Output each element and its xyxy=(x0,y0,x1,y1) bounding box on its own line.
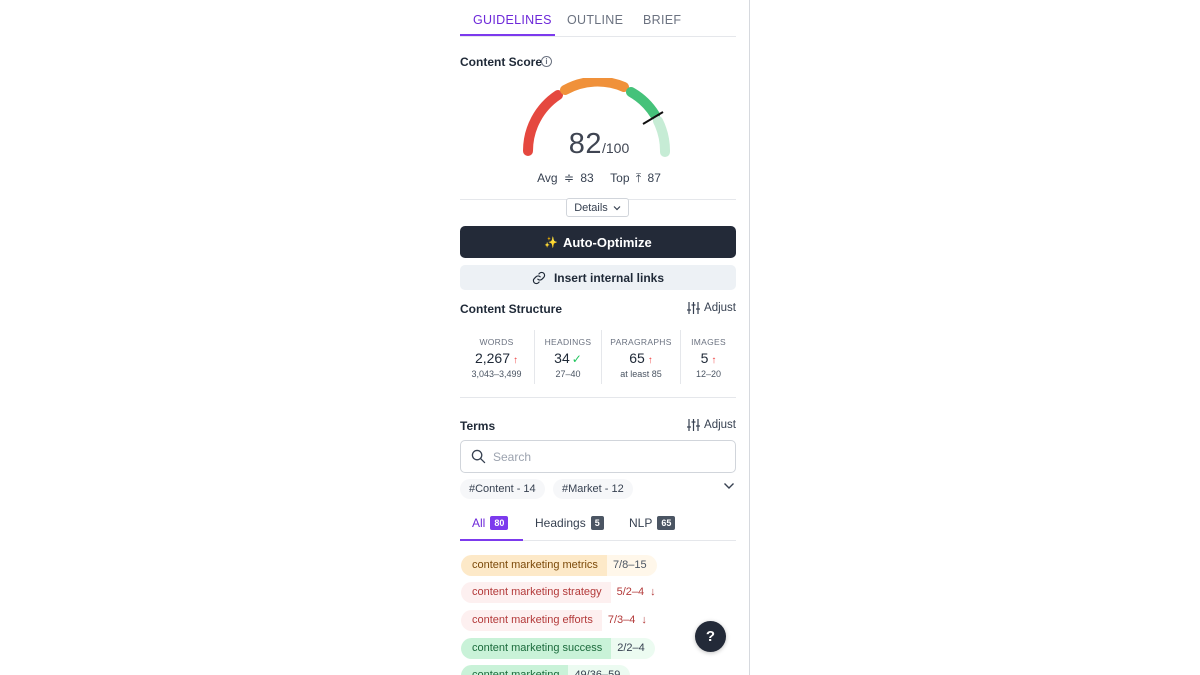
content-stats: WORDS 2,267 ↑ 3,043–3,499 HEADINGS 34 ✓ 27… xyxy=(460,330,736,384)
top-tabs: GUIDELINES OUTLINE BRIEF xyxy=(460,0,736,37)
content-score-title: Content Score xyxy=(460,55,543,69)
help-button[interactable]: ? xyxy=(695,621,726,652)
stat-value: 5 xyxy=(700,350,709,366)
question-icon: ? xyxy=(705,628,716,645)
term-tabs: All 80 Headings 5 NLP 65 xyxy=(460,510,736,541)
score-display: 82/100 xyxy=(448,128,750,161)
stat-label: HEADINGS xyxy=(544,337,592,347)
search-icon xyxy=(471,449,486,464)
term-count: 49/36–59 xyxy=(568,665,631,675)
arrow-up-icon: ↑ xyxy=(647,355,653,366)
content-structure-title: Content Structure xyxy=(460,302,562,316)
term-count: 7/8–15 xyxy=(606,555,657,576)
term-count: 7/3–4 xyxy=(607,614,636,626)
sliders-icon xyxy=(687,419,701,431)
active-tab-indicator xyxy=(460,34,555,36)
tab-nlp[interactable]: NLP 65 xyxy=(629,516,676,530)
sliders-icon xyxy=(687,302,701,314)
stat-range: 3,043–3,499 xyxy=(471,369,522,379)
terms-adjust-button[interactable]: Adjust xyxy=(687,419,736,431)
guidelines-panel: GUIDELINES OUTLINE BRIEF Content Score i… xyxy=(448,0,750,675)
stat-label: WORDS xyxy=(479,337,514,347)
avg-top-row: Avg ≑ 83 Top ⤒ 87 xyxy=(448,171,750,186)
stat-paragraphs: PARAGRAPHS 65 ↑ at least 85 xyxy=(602,330,680,384)
top-value: 87 xyxy=(647,171,661,185)
term-count: 2/2–4 xyxy=(611,638,655,659)
stat-range: 12–20 xyxy=(695,369,722,379)
score-max: /100 xyxy=(602,140,630,156)
gauge-segment-good xyxy=(626,87,660,120)
filter-chip[interactable]: #Content - 14 xyxy=(460,479,545,499)
info-icon[interactable]: i xyxy=(541,56,552,67)
stat-images: IMAGES 5 ↑ 12–20 xyxy=(681,330,736,384)
tab-count-badge: 65 xyxy=(657,516,676,530)
insert-links-button[interactable]: Insert internal links xyxy=(460,265,736,290)
term-count: 5/2–4 xyxy=(616,586,645,598)
avg-icon: ≑ xyxy=(563,171,574,185)
term-item[interactable]: content marketing 49/36–59 xyxy=(461,665,631,675)
chevron-down-icon[interactable] xyxy=(723,482,735,490)
arrow-up-icon: ↑ xyxy=(711,355,717,366)
stat-label: PARAGRAPHS xyxy=(610,337,672,347)
term-name: content marketing strategy xyxy=(461,582,611,603)
term-name: content marketing metrics xyxy=(461,555,607,576)
structure-adjust-label: Adjust xyxy=(704,302,736,314)
arrow-down-icon: ↓ xyxy=(641,614,647,626)
top-label: Top xyxy=(610,171,630,185)
auto-optimize-label: Auto-Optimize xyxy=(562,234,652,250)
term-name: content marketing efforts xyxy=(461,610,602,631)
auto-optimize-button[interactable]: ✨ Auto-Optimize xyxy=(460,226,736,258)
sparkle-icon: ✨ xyxy=(544,236,558,249)
chevron-down-icon xyxy=(613,205,621,210)
stat-words: WORDS 2,267 ↑ 3,043–3,499 xyxy=(460,330,533,384)
arrow-down-icon: ↓ xyxy=(650,586,656,598)
stat-range: at least 85 xyxy=(620,369,662,379)
tab-count-badge: 5 xyxy=(590,516,604,530)
stat-label: IMAGES xyxy=(691,337,726,347)
details-button[interactable]: Details xyxy=(566,198,629,217)
insert-links-label: Insert internal links xyxy=(553,270,665,285)
tab-label: All xyxy=(472,516,486,530)
tab-all[interactable]: All 80 xyxy=(472,516,509,530)
term-name: content marketing success xyxy=(461,638,612,659)
tab-outline[interactable]: OUTLINE xyxy=(567,13,623,27)
top-icon: ⤒ xyxy=(635,171,642,185)
details-label: Details xyxy=(574,201,608,214)
stat-value: 34 xyxy=(554,350,570,366)
gauge-segment-mid xyxy=(560,78,629,95)
stat-value: 65 xyxy=(629,350,645,366)
arrow-up-icon: ↑ xyxy=(513,355,519,366)
search-input[interactable] xyxy=(493,447,723,467)
terms-adjust-label: Adjust xyxy=(704,419,736,431)
stat-headings: HEADINGS 34 ✓ 27–40 xyxy=(535,330,601,384)
tab-brief[interactable]: BRIEF xyxy=(643,13,681,27)
structure-adjust-button[interactable]: Adjust xyxy=(687,302,736,314)
tab-label: Headings xyxy=(535,516,586,530)
term-item[interactable]: content marketing efforts 7/3–4 ↓ xyxy=(461,610,657,631)
active-tab-indicator xyxy=(460,539,523,541)
stat-range: 27–40 xyxy=(555,369,581,379)
stat-value: 2,267 xyxy=(474,350,511,366)
filter-chip[interactable]: #Market - 12 xyxy=(553,479,633,499)
term-item[interactable]: content marketing success 2/2–4 xyxy=(461,638,655,659)
term-item[interactable]: content marketing strategy 5/2–4 ↓ xyxy=(461,582,666,603)
term-name: content marketing xyxy=(461,665,569,675)
avg-label: Avg xyxy=(537,171,558,185)
term-item[interactable]: content marketing metrics 7/8–15 xyxy=(461,555,657,576)
link-icon xyxy=(532,271,546,284)
terms-title: Terms xyxy=(460,419,496,433)
terms-search xyxy=(460,440,736,473)
divider xyxy=(460,397,736,398)
panel-border xyxy=(749,0,750,675)
check-icon: ✓ xyxy=(571,352,582,366)
tab-label: NLP xyxy=(629,516,653,530)
tab-headings[interactable]: Headings 5 xyxy=(535,516,604,530)
tab-guidelines[interactable]: GUIDELINES xyxy=(473,13,552,27)
score-value: 82 xyxy=(568,128,602,160)
avg-value: 83 xyxy=(580,171,594,185)
tab-count-badge: 80 xyxy=(490,516,509,530)
